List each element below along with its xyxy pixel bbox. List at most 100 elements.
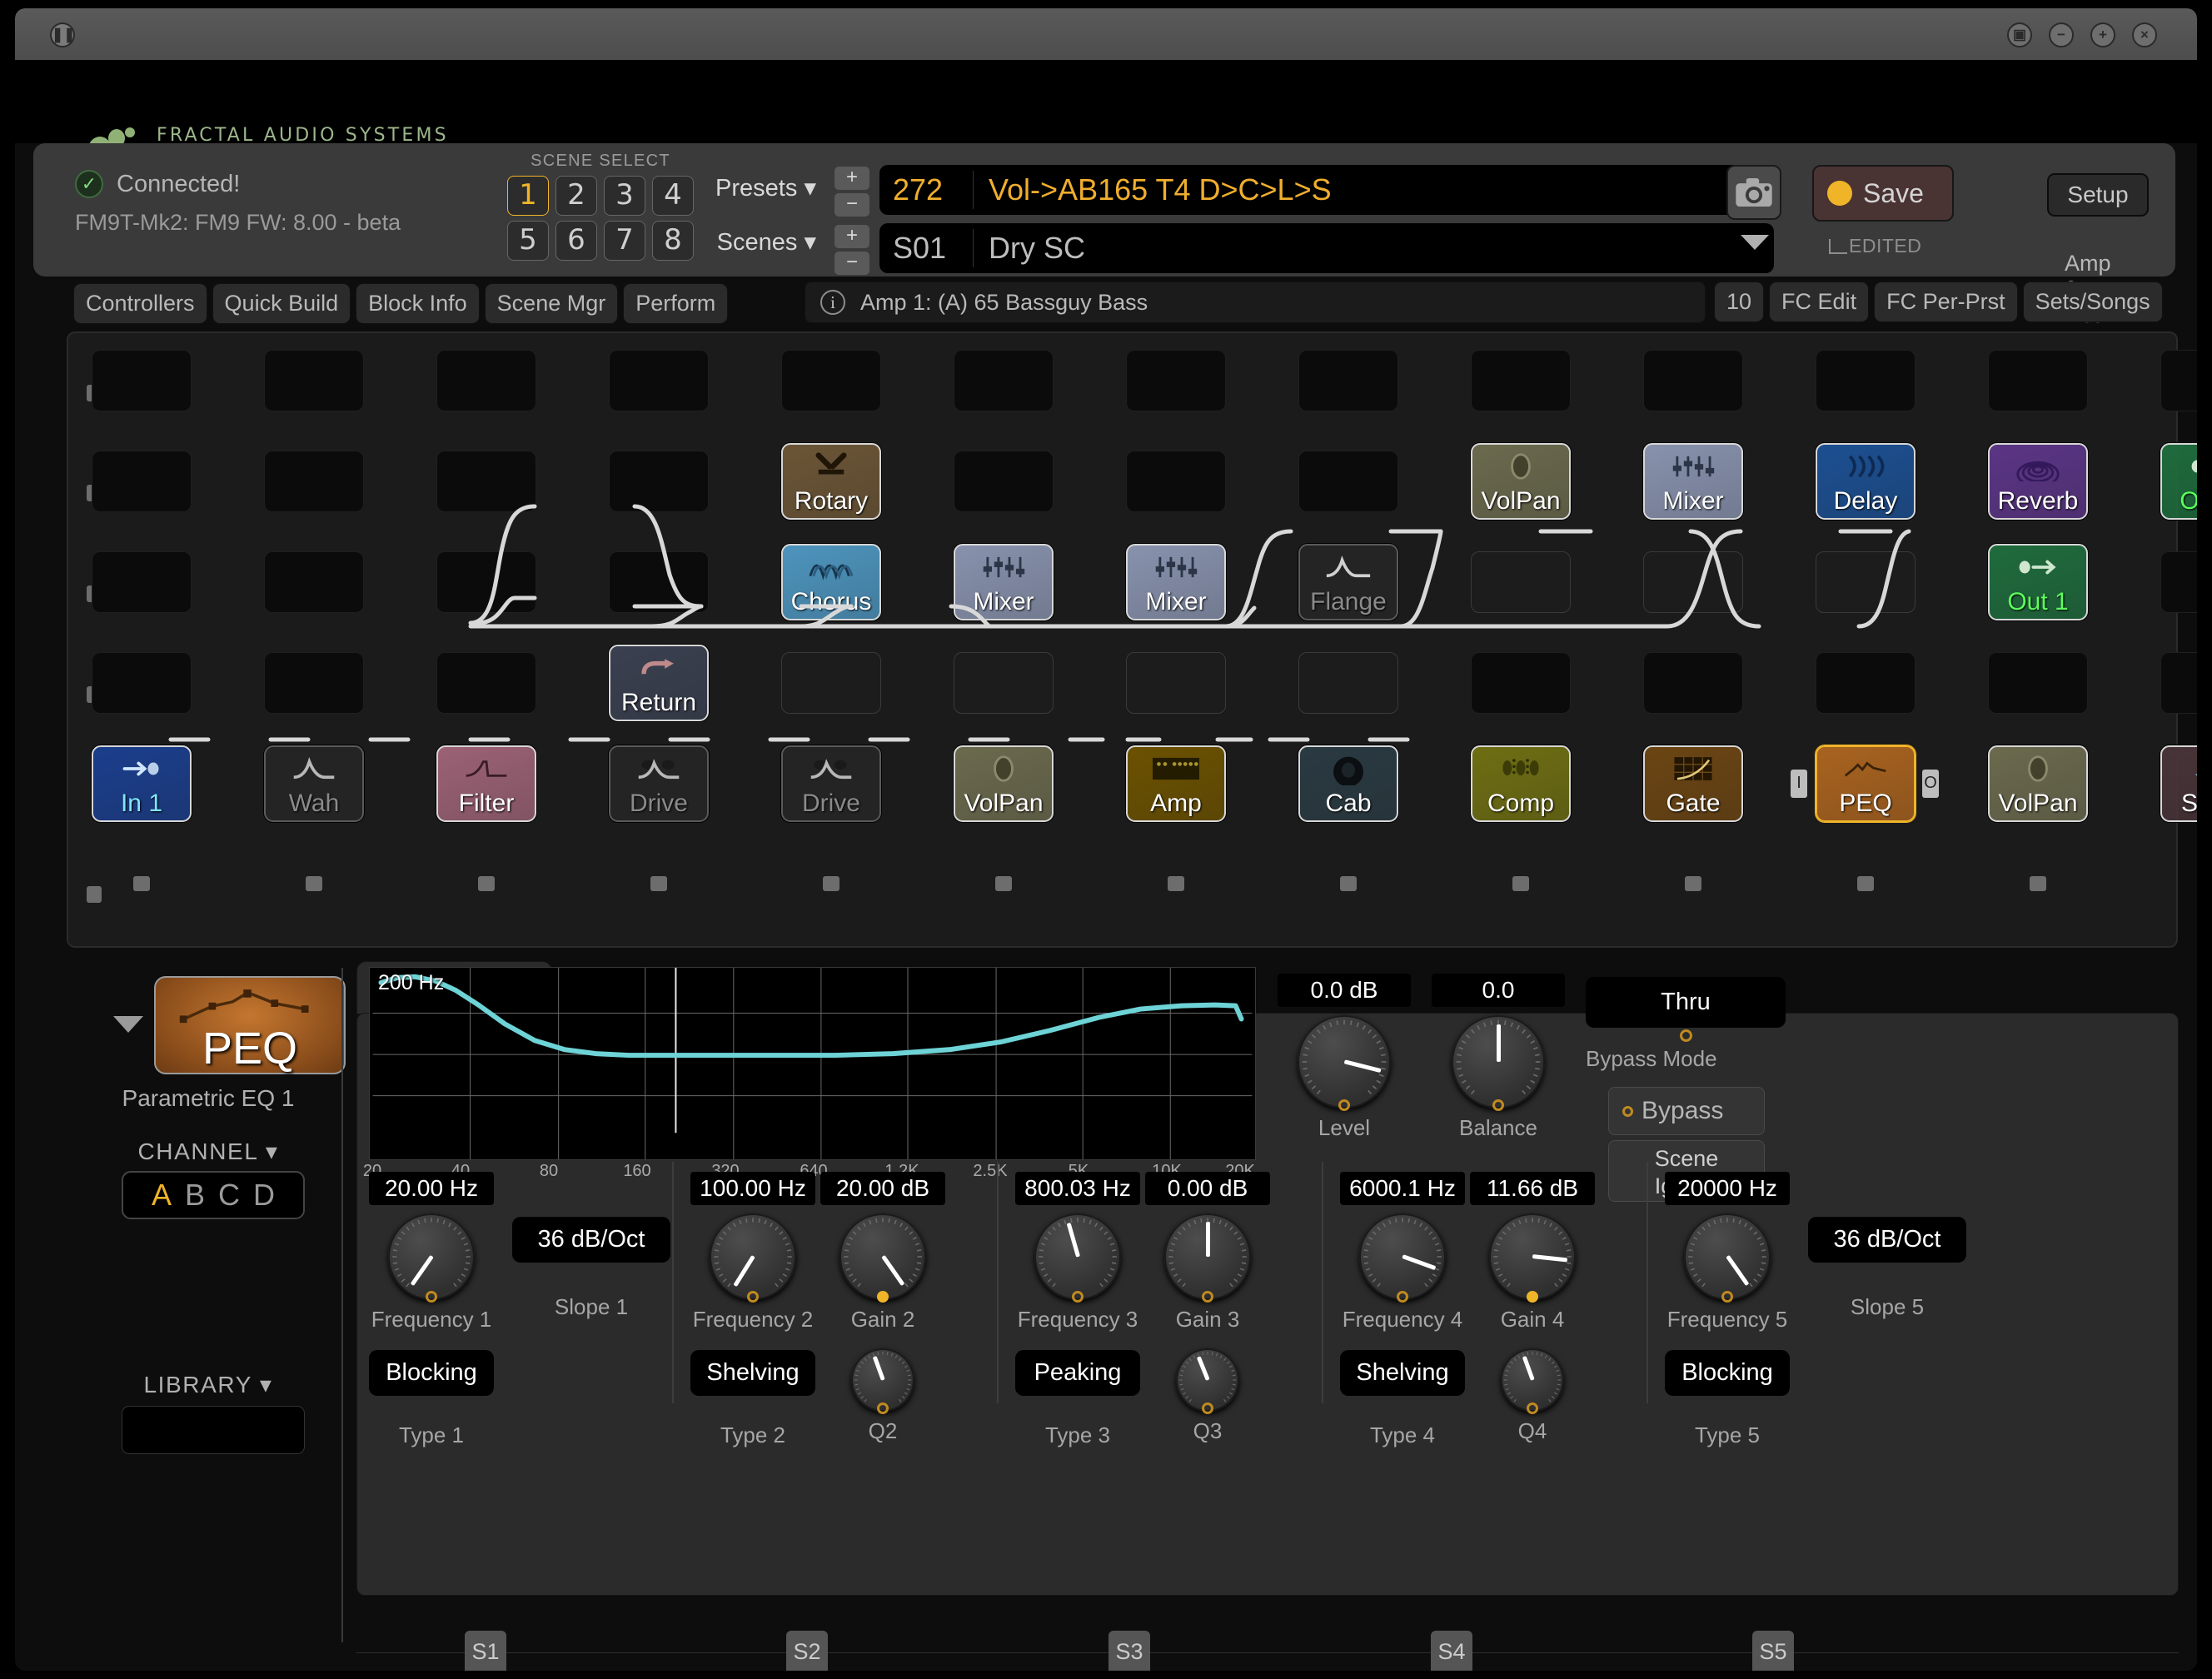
grid-column-handle[interactable]: [1340, 876, 1357, 891]
grid-cell-empty[interactable]: [954, 451, 1054, 512]
frequency-1-value[interactable]: 20.00 Hz: [369, 1172, 494, 1205]
scene-button-2[interactable]: 2: [555, 176, 597, 216]
grid-column-handle[interactable]: [995, 876, 1012, 891]
peq-output-port[interactable]: O: [1922, 770, 1939, 798]
frequency-4-value[interactable]: 6000.1 Hz: [1340, 1172, 1465, 1205]
restore-icon[interactable]: ▣: [2007, 22, 2032, 47]
amp-info-bar[interactable]: i Amp 1: (A) 65 Bassguy Bass Amp 2: Not …: [805, 251, 2117, 353]
grid-cell-empty[interactable]: [781, 350, 881, 411]
grid-block-flange[interactable]: Flange: [1298, 544, 1398, 620]
channel-a[interactable]: A: [152, 1178, 172, 1213]
block-collapse-chevron-icon[interactable]: [113, 1016, 143, 1033]
grid-cell-empty[interactable]: [92, 551, 192, 613]
type-4-control[interactable]: Shelving Type 4: [1340, 1350, 1465, 1448]
grid-cell-empty[interactable]: [1126, 652, 1226, 714]
preset-spinner[interactable]: + −: [834, 167, 869, 220]
grid-column-handle[interactable]: [823, 876, 839, 891]
scene-tab-s1[interactable]: S1: [465, 1631, 506, 1671]
fc-edit-button[interactable]: FC Edit: [1769, 281, 1870, 322]
grid-block-cab[interactable]: Cab: [1298, 745, 1398, 822]
scene-decrement-button[interactable]: −: [834, 252, 869, 275]
grid-cell-empty[interactable]: [92, 451, 192, 512]
q-4-knob[interactable]: [1501, 1348, 1564, 1414]
grid-block-in-1[interactable]: In 1: [92, 745, 192, 822]
scenes-dropdown[interactable]: Scenes ▾: [708, 227, 816, 257]
grid-block-delay[interactable]: Delay: [1816, 443, 1916, 520]
type-5-value[interactable]: Blocking: [1665, 1350, 1790, 1396]
grid-cell-empty[interactable]: [264, 652, 364, 714]
grid-cell-empty[interactable]: [264, 551, 364, 613]
peq-input-port[interactable]: I: [1791, 770, 1807, 798]
grid-block-volpan[interactable]: VolPan: [954, 745, 1054, 822]
grid-cell-empty[interactable]: [954, 652, 1054, 714]
grid-column-handle[interactable]: [133, 876, 150, 891]
grid-cell-empty[interactable]: [1816, 551, 1916, 613]
scene-spinner[interactable]: + −: [834, 225, 869, 278]
scene-button-7[interactable]: 7: [604, 221, 645, 261]
grid-block-out-2[interactable]: Out 2: [2160, 443, 2197, 520]
grid-cell-empty[interactable]: [1643, 551, 1743, 613]
q-3-control[interactable]: Q3: [1153, 1340, 1262, 1444]
type-2-value[interactable]: Shelving: [690, 1350, 815, 1396]
close-icon[interactable]: ×: [2132, 22, 2157, 47]
grid-block-filter[interactable]: Filter: [436, 745, 536, 822]
grid-block-gate[interactable]: Gate: [1643, 745, 1743, 822]
grid-block-amp[interactable]: Amp: [1126, 745, 1226, 822]
grid-cell-empty[interactable]: [1816, 652, 1916, 714]
grid-cell-empty[interactable]: [1988, 350, 2088, 411]
scene-mgr-button[interactable]: Scene Mgr: [484, 283, 619, 324]
grid-cell-empty[interactable]: [1471, 551, 1571, 613]
frequency-1-knob[interactable]: [388, 1213, 475, 1303]
balance-control[interactable]: 0.0 Balance: [1432, 974, 1565, 1141]
peq-block-tile[interactable]: PEQ: [154, 976, 346, 1074]
fc-count-button[interactable]: 10: [1714, 281, 1765, 322]
grid-column-handle[interactable]: [1512, 876, 1529, 891]
balance-knob[interactable]: [1452, 1015, 1545, 1111]
grid-cell-empty[interactable]: [2160, 652, 2197, 714]
grid-block-volpan[interactable]: VolPan: [1471, 443, 1571, 520]
gain-3-value[interactable]: 0.00 dB: [1145, 1172, 1270, 1205]
frequency-3-control[interactable]: 800.03 Hz Frequency 3: [1015, 1172, 1140, 1333]
grid-cell-empty[interactable]: [609, 350, 709, 411]
setup-button[interactable]: Setup: [2047, 173, 2149, 217]
scene-tab-s4[interactable]: S4: [1431, 1631, 1472, 1671]
grid-cell-empty[interactable]: [2160, 350, 2197, 411]
channel-dropdown[interactable]: CHANNEL ▾: [67, 1138, 350, 1165]
type-3-control[interactable]: Peaking Type 3: [1015, 1350, 1140, 1448]
signal-grid[interactable]: Rotary Chorus Mixer Mixer Flange VolPan Mixer D…: [67, 331, 2197, 948]
minimize-icon[interactable]: −: [2049, 22, 2074, 47]
preset-increment-button[interactable]: +: [834, 167, 869, 190]
grid-cell-empty[interactable]: [1643, 350, 1743, 411]
grid-cell-empty[interactable]: [264, 350, 364, 411]
grid-cell-empty[interactable]: [436, 652, 536, 714]
grid-column-handle[interactable]: [1168, 876, 1184, 891]
gain-4-control[interactable]: 11.66 dB Gain 4: [1470, 1172, 1595, 1333]
block-info-button[interactable]: Block Info: [356, 283, 480, 324]
grid-block-rotary[interactable]: Rotary: [781, 443, 881, 520]
grid-cell-empty[interactable]: [781, 652, 881, 714]
grid-cell-empty[interactable]: [1471, 652, 1571, 714]
q-3-knob[interactable]: [1176, 1348, 1239, 1414]
grid-cell-empty[interactable]: [436, 551, 536, 613]
grid-cell-empty[interactable]: [436, 350, 536, 411]
grid-column-handle[interactable]: [650, 876, 667, 891]
type-3-value[interactable]: Peaking: [1015, 1350, 1140, 1396]
grid-block-chorus[interactable]: Chorus: [781, 544, 881, 620]
quick-build-button[interactable]: Quick Build: [212, 283, 351, 324]
grid-cell-empty[interactable]: [1298, 350, 1398, 411]
frequency-5-knob[interactable]: [1684, 1213, 1771, 1303]
q-2-control[interactable]: Q2: [829, 1340, 937, 1444]
balance-value[interactable]: 0.0: [1432, 974, 1565, 1007]
scene-tab-s5[interactable]: S5: [1752, 1631, 1794, 1671]
scene-button-5[interactable]: 5: [507, 221, 549, 261]
preset-field[interactable]: 272 Vol->AB165 T4 D>C>L>S: [879, 165, 1774, 215]
library-dropdown[interactable]: LIBRARY ▾: [67, 1371, 350, 1398]
controllers-button[interactable]: Controllers: [73, 283, 207, 324]
grid-block-return[interactable]: Return: [609, 645, 709, 721]
frequency-4-knob[interactable]: [1359, 1213, 1446, 1303]
frequency-4-control[interactable]: 6000.1 Hz Frequency 4: [1340, 1172, 1465, 1333]
gain-2-knob[interactable]: [839, 1213, 926, 1303]
pause-icon[interactable]: ❚❚: [50, 22, 76, 47]
grid-column-handle[interactable]: [1857, 876, 1874, 891]
grid-cell-empty[interactable]: [92, 350, 192, 411]
